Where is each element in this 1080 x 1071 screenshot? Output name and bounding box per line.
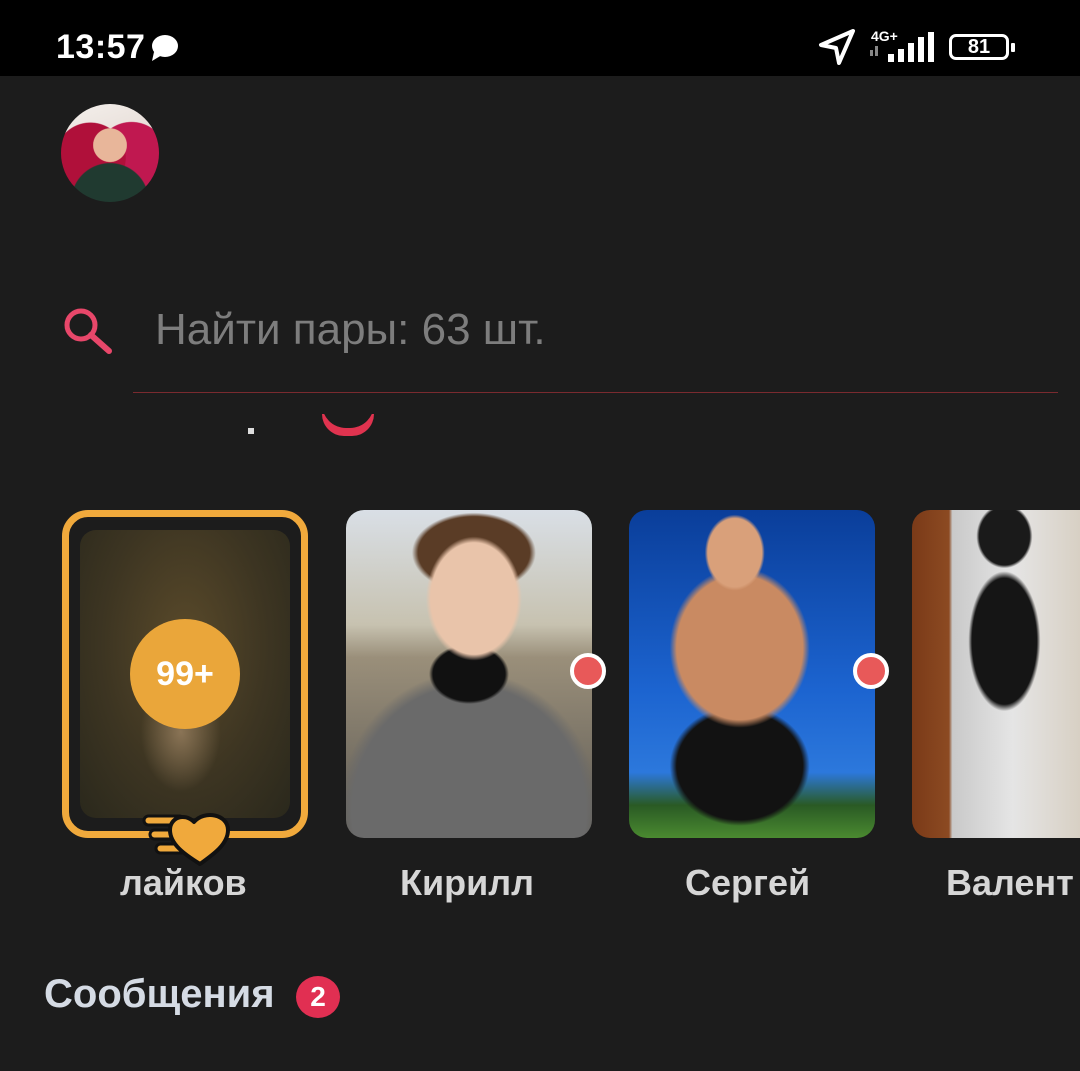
heart-hand-icon (142, 813, 230, 866)
signal-icon (870, 32, 934, 62)
online-indicator (853, 653, 889, 689)
app-screen: 13:57 4G+ 81 99+ (0, 0, 1080, 1071)
match-name: Валент (946, 862, 1074, 903)
status-bar: 13:57 4G+ 81 (0, 0, 1080, 76)
scroll-fragment (248, 428, 254, 434)
location-arrow-icon (819, 29, 855, 65)
search-icon (64, 308, 112, 354)
battery-icon: 81 (949, 34, 1015, 60)
messages-count-badge: 2 (296, 976, 340, 1018)
search-input[interactable] (155, 302, 1035, 358)
match-card-valent[interactable] (912, 510, 1080, 838)
match-name: Кирилл (400, 862, 534, 903)
chat-bubble-icon (152, 35, 178, 61)
likes-count-badge: 99+ (130, 619, 240, 729)
status-time: 13:57 (56, 28, 146, 66)
likes-label: лайков (120, 862, 247, 903)
messages-title: Сообщения (44, 972, 275, 1016)
match-card-kirill[interactable] (346, 510, 592, 838)
likes-blurred-photo: 99+ (80, 530, 290, 818)
scroll-fragment-badge (322, 414, 374, 436)
battery-level: 81 (967, 36, 991, 58)
profile-avatar[interactable] (61, 104, 159, 202)
match-name: Сергей (685, 862, 811, 903)
match-card-sergey[interactable] (629, 510, 875, 838)
likes-card[interactable]: 99+ (62, 510, 308, 838)
search-underline (133, 392, 1058, 393)
online-indicator (570, 653, 606, 689)
